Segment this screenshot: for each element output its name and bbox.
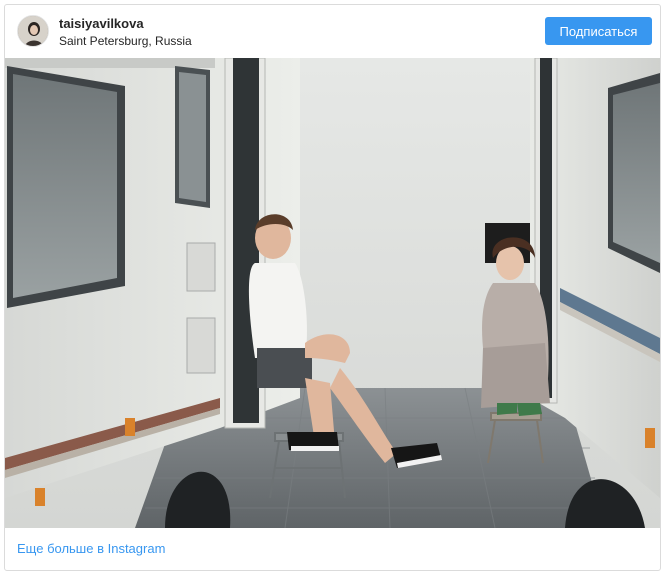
post-header: taisiyavilkova Saint Petersburg, Russia … xyxy=(5,5,660,58)
photo-image xyxy=(5,58,660,528)
footer-divider xyxy=(17,570,648,571)
follow-button[interactable]: Подписаться xyxy=(545,17,652,45)
location-link[interactable]: Saint Petersburg, Russia xyxy=(59,34,192,48)
post-photo[interactable] xyxy=(5,58,660,528)
avatar-icon xyxy=(18,16,48,46)
avatar[interactable] xyxy=(17,15,49,47)
instagram-embed: taisiyavilkova Saint Petersburg, Russia … xyxy=(4,4,661,571)
username-link[interactable]: taisiyavilkova xyxy=(59,16,144,31)
more-on-instagram-link[interactable]: Еще больше в Instagram xyxy=(17,541,165,556)
